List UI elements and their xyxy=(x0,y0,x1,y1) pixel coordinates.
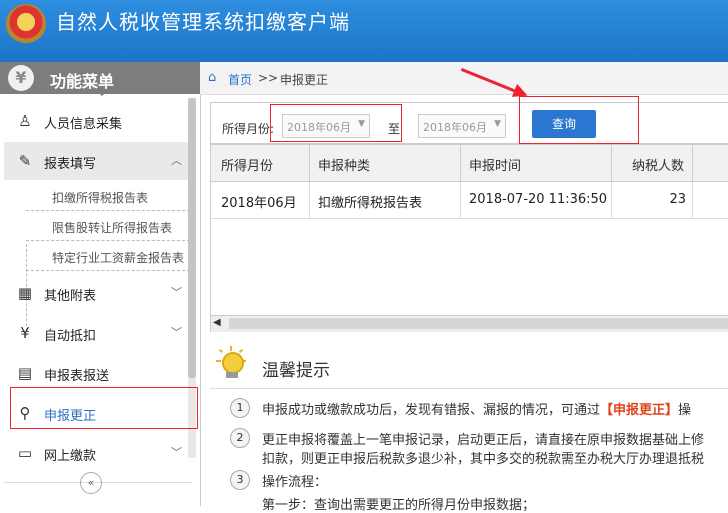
menu-title: 功能菜单 xyxy=(50,72,115,91)
tip-text-part: 申报成功或缴款成功后，发现有错报、漏报的情况，可通过 xyxy=(262,403,601,418)
chevron-down-icon: ﹀ xyxy=(171,286,182,299)
sidebar-item-label: 其他附表 xyxy=(44,289,97,304)
chevron-down-icon: ▼ xyxy=(494,119,501,129)
tip-number: 2 xyxy=(230,428,250,448)
tip-text: 第一步：查询出需要更正的所得月份申报数据； xyxy=(262,498,536,513)
table-cell: 2018年06月 xyxy=(211,182,310,218)
table-cell: 扣缴所得税报告表 xyxy=(310,182,461,218)
column-header[interactable]: 所得月份 xyxy=(211,145,310,181)
annotation-box-menu xyxy=(10,387,198,429)
column-header-label: 申报时间 xyxy=(469,159,522,174)
national-emblem-icon xyxy=(6,4,46,44)
app-title: 自然人税收管理系统扣缴客户端 xyxy=(56,10,350,34)
scroll-left-icon[interactable]: ◀ xyxy=(213,317,221,328)
table-cell-text: 23 xyxy=(669,192,686,207)
tips-title: 温馨提示 xyxy=(262,361,330,381)
submenu-item-label: 限售股转让所得报告表 xyxy=(52,221,173,235)
sidebar-item-label: 报表填写 xyxy=(44,157,97,172)
sidebar-item-auto-deduct[interactable]: ¥ 自动抵扣 ﹀ xyxy=(4,314,188,352)
table-row[interactable]: 2018年06月 扣缴所得税报告表 2018-07-20 11:36:50 23 xyxy=(211,182,728,219)
tip-text: 操作流程： xyxy=(262,475,328,490)
divider xyxy=(210,388,728,389)
tip-text: 更正申报将覆盖上一笔申报记录，启动更正后，请直接在原申报数据基础上修 xyxy=(262,433,705,448)
submenu-item-label: 特定行业工资薪金报告表 xyxy=(52,251,185,265)
sidebar-item-report-fill[interactable]: ✎ 报表填写 ︿ xyxy=(4,142,188,180)
column-header-label: 纳税人数 xyxy=(632,159,685,174)
tip-text: 扣款，则更正申报后税款多退少补，其中多交的税款需至办税大厅办理退抵税 xyxy=(262,452,705,467)
document-send-icon: ▤ xyxy=(17,364,33,382)
menu-header-notch xyxy=(96,90,108,96)
column-header[interactable]: 申报时间 xyxy=(461,145,612,181)
tip-highlight: 【申报更正】 xyxy=(600,403,679,418)
breadcrumb-current: 申报更正 xyxy=(280,73,329,87)
tip-number: 1 xyxy=(230,398,250,418)
sidebar-item-other-schedules[interactable]: ▦ 其他附表 ﹀ xyxy=(4,274,188,312)
chevron-up-icon: ︿ xyxy=(171,154,182,167)
tip-text: 申报成功或缴款成功后，发现有错报、漏报的情况，可通过【申报更正】操 xyxy=(262,399,691,418)
income-month-label: 所得月份: xyxy=(222,122,275,136)
sidebar-scrollbar-thumb[interactable] xyxy=(188,98,196,378)
submenu-item-label: 扣缴所得税报告表 xyxy=(52,191,149,205)
sidebar-item-online-payment[interactable]: ▭ 网上缴款 ﹀ xyxy=(4,434,188,472)
collapse-sidebar-button[interactable]: « xyxy=(80,472,102,494)
chevron-down-icon: ﹀ xyxy=(171,446,182,459)
table-header: 所得月份 申报种类 申报时间 纳税人数 xyxy=(211,145,728,182)
app-header: 自然人税收管理系统扣缴客户端 xyxy=(0,0,728,62)
annotation-box-query xyxy=(519,96,639,144)
column-header-label: 申报种类 xyxy=(318,159,371,174)
sidebar-item-label: 申报表报送 xyxy=(44,369,110,384)
breadcrumb-separator: >> xyxy=(258,71,279,85)
tips-panel: 温馨提示 1 申报成功或缴款成功后，发现有错报、漏报的情况，可通过【申报更正】操… xyxy=(210,340,728,513)
tip-number: 3 xyxy=(230,470,250,490)
submenu-item-withholding-report[interactable]: 扣缴所得税报告表 xyxy=(26,182,190,211)
lightbulb-icon xyxy=(214,346,248,380)
chevron-down-icon: ﹀ xyxy=(171,326,182,339)
edit-icon: ✎ xyxy=(18,152,32,170)
sidebar-item-label: 网上缴款 xyxy=(44,449,97,464)
month-to-value: 2018年06月 xyxy=(423,121,487,134)
table-cell-text: 扣缴所得税报告表 xyxy=(318,196,423,211)
sidebar-item-label: 人员信息采集 xyxy=(44,117,123,132)
sidebar: ¥ 功能菜单 ♙ 人员信息采集 ✎ 报表填写 ︿ 扣缴所得税报告表 限售股转让所… xyxy=(0,62,201,506)
table-scrollbar-thumb[interactable] xyxy=(229,318,728,329)
sidebar-item-label: 自动抵扣 xyxy=(44,329,97,344)
coin-icon: ¥ xyxy=(20,324,30,342)
month-to-select[interactable]: 2018年06月 ▼ xyxy=(418,114,506,138)
table-horizontal-scrollbar[interactable]: ◀ xyxy=(211,315,728,332)
submenu-item-restricted-share-report[interactable]: 限售股转让所得报告表 xyxy=(26,212,190,241)
home-icon: ⌂ xyxy=(208,70,217,85)
table-cell-text: 2018年06月 xyxy=(221,196,297,211)
payment-icon: ▭ xyxy=(17,444,33,462)
breadcrumb: ⌂ 首页 >> 申报更正 xyxy=(200,62,728,95)
person-icon: ♙ xyxy=(18,112,32,130)
table-cell-text: 2018-07-20 11:36:50 xyxy=(469,192,608,207)
annotation-box-date xyxy=(270,104,402,142)
table-cell: 2018-07-20 11:36:50 xyxy=(461,182,612,218)
yen-icon: ¥ xyxy=(8,65,34,91)
column-header[interactable]: 申报种类 xyxy=(310,145,461,181)
grid-icon: ▦ xyxy=(17,284,33,302)
column-header[interactable]: 纳税人数 xyxy=(612,145,693,181)
breadcrumb-home-link[interactable]: 首页 xyxy=(228,71,252,88)
column-header-label: 所得月份 xyxy=(221,159,274,174)
declaration-table: 所得月份 申报种类 申报时间 纳税人数 2018年06月 扣缴所得税报告表 20… xyxy=(210,144,728,332)
sidebar-item-personnel[interactable]: ♙ 人员信息采集 xyxy=(4,102,188,140)
menu-header: ¥ 功能菜单 xyxy=(0,62,200,96)
tip-text-part: 操 xyxy=(678,403,692,418)
table-cell: 23 xyxy=(612,182,693,218)
submenu-item-industry-salary-report[interactable]: 特定行业工资薪金报告表 xyxy=(26,242,190,271)
